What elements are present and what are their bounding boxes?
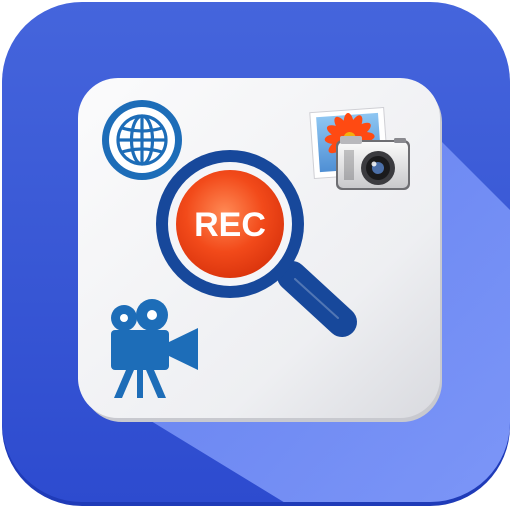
globe-icon [102, 100, 182, 180]
camera-icon [336, 136, 410, 190]
app-icon-artwork: REC [2, 2, 510, 506]
rec-label: REC [194, 206, 266, 244]
app-icon[interactable]: REC [0, 0, 512, 512]
rec-badge: REC [176, 170, 284, 278]
